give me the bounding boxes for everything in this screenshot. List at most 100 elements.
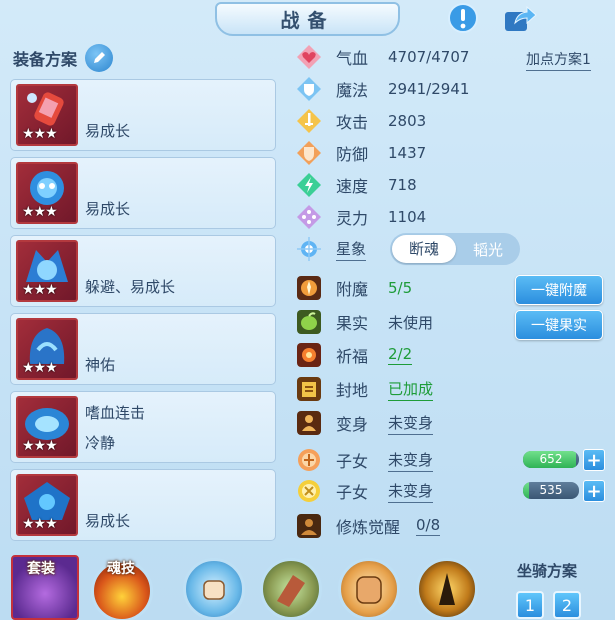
stat-value: 2941/2941	[388, 80, 470, 98]
mount-plan-2-button[interactable]: 2	[553, 591, 581, 619]
equip-plan-header: 装备方案	[13, 44, 114, 72]
child-2-value[interactable]: 未变身	[388, 480, 434, 503]
stat-label: 攻击	[336, 113, 369, 132]
row-transform: 变身 未变身	[296, 409, 434, 437]
pet-trait: 躲避、易成长	[85, 278, 176, 296]
child-2-bar: 535	[523, 482, 579, 499]
stat-label: 修炼觉醒	[336, 518, 401, 537]
mount-plan-title: 坐骑方案	[517, 562, 578, 580]
fruit-icon	[296, 309, 322, 335]
fruit-value: 未使用	[388, 313, 434, 332]
skill-slot-1[interactable]	[183, 558, 245, 620]
pet-trait: 易成长	[85, 200, 131, 218]
shield-magic-icon	[296, 76, 322, 102]
skill-slot-3[interactable]	[338, 558, 400, 620]
transform-value[interactable]: 未变身	[388, 412, 434, 435]
row-cultivate: 修炼觉醒 0/8	[296, 512, 441, 540]
fist-icon	[203, 580, 225, 600]
stat-label: 魔法	[336, 81, 369, 100]
stat-label: 灵力	[336, 209, 369, 228]
skill-slot-4[interactable]	[416, 558, 478, 620]
pet-stars: ★★★	[22, 126, 58, 142]
pencil-icon	[94, 52, 106, 63]
cultivate-icon	[296, 513, 322, 539]
pet-card[interactable]: ★★★ 躲避、易成长	[10, 235, 276, 307]
pet-portrait: ★★★	[16, 240, 78, 302]
child-1-value[interactable]: 未变身	[388, 449, 434, 472]
pet-card[interactable]: ★★★ 易成长	[10, 79, 276, 151]
pet-card[interactable]: ★★★ 神佑	[10, 313, 276, 385]
edit-plan-button[interactable]	[85, 44, 114, 72]
auto-fruit-button[interactable]: 一键果实	[515, 310, 603, 340]
pet-stars: ★★★	[22, 360, 58, 376]
stat-def: 防御 1437	[296, 139, 426, 167]
spirit-icon	[296, 204, 322, 230]
stat-label: 果实	[336, 314, 369, 333]
stat-label: 子女	[336, 483, 369, 502]
stat-label: 祈福	[336, 347, 369, 366]
pet-stars: ★★★	[22, 282, 58, 298]
stat-value: 718	[388, 176, 417, 194]
stat-label: 防御	[336, 145, 369, 164]
stat-label: 速度	[336, 177, 369, 196]
child-2-add-button[interactable]: +	[583, 480, 605, 502]
pet-trait-secondary: 冷静	[85, 434, 116, 452]
stat-value: 2803	[388, 112, 427, 130]
heart-icon	[296, 44, 322, 70]
star-sign-icon	[296, 236, 322, 262]
enchant-icon	[296, 275, 322, 301]
page-title: 战备	[215, 2, 400, 36]
help-icon	[448, 3, 478, 33]
pet-card[interactable]: ★★★ 易成长	[10, 157, 276, 229]
row-pray: 祈福 2/2	[296, 341, 413, 369]
stat-value: 1437	[388, 144, 427, 162]
point-plan-link[interactable]: 加点方案1	[526, 49, 591, 71]
child-1-add-button[interactable]: +	[583, 449, 605, 471]
child-1-bar-value: 652	[539, 452, 563, 466]
stat-label: 子女	[336, 452, 369, 471]
star-sign-toggle[interactable]: 断魂 韬光	[390, 233, 520, 265]
auto-enchant-button[interactable]: 一键附魔	[515, 275, 603, 305]
child-2-bar-value: 535	[539, 483, 563, 497]
skill-slot-2[interactable]	[260, 558, 322, 620]
equip-plan-title: 装备方案	[13, 50, 78, 69]
transform-icon	[296, 410, 322, 436]
stat-atk: 攻击 2803	[296, 107, 426, 135]
soul-skill-label: 魂技	[107, 561, 135, 577]
pet-portrait: ★★★	[16, 396, 78, 458]
row-child-2: 子女 未变身	[296, 477, 434, 505]
row-child-1: 子女 未变身	[296, 446, 434, 474]
pray-icon	[296, 342, 322, 368]
stat-spd: 速度 718	[296, 171, 417, 199]
help-button[interactable]	[446, 2, 480, 34]
pet-card[interactable]: ★★★ 易成长	[10, 469, 276, 541]
fief-value[interactable]: 已加成	[388, 378, 434, 401]
sword-icon	[296, 108, 322, 134]
pet-stars: ★★★	[22, 516, 58, 532]
star-sign-option-duanhun[interactable]: 断魂	[392, 235, 456, 263]
share-button[interactable]	[503, 2, 537, 34]
star-sign-label[interactable]: 星象	[336, 238, 367, 261]
pet-portrait: ★★★	[16, 318, 78, 380]
stat-mp: 魔法 2941/2941	[296, 75, 469, 103]
mount-plan-1-button[interactable]: 1	[516, 591, 544, 619]
stat-spi: 灵力 1104	[296, 203, 426, 231]
pray-value[interactable]: 2/2	[388, 345, 413, 365]
pet-trait: 易成长	[85, 122, 131, 140]
pet-card[interactable]: ★★★ 嗜血连击 冷静	[10, 391, 276, 463]
star-sign-option-taoguang[interactable]: 韬光	[456, 239, 520, 260]
stat-value: 1104	[388, 208, 427, 226]
pet-stars: ★★★	[22, 204, 58, 220]
pet-portrait: ★★★	[16, 84, 78, 146]
claw-icon	[277, 575, 305, 607]
cultivate-value[interactable]: 0/8	[416, 516, 441, 536]
lightning-icon	[296, 172, 322, 198]
enchant-value: 5/5	[388, 279, 413, 297]
pet-trait: 嗜血连击	[85, 404, 146, 422]
row-fruit: 果实 未使用	[296, 308, 433, 336]
pet-trait: 易成长	[85, 512, 131, 530]
pet-portrait: ★★★	[16, 474, 78, 536]
armor-icon	[296, 140, 322, 166]
stat-value: 4707/4707	[388, 48, 470, 66]
child-icon	[296, 478, 322, 504]
